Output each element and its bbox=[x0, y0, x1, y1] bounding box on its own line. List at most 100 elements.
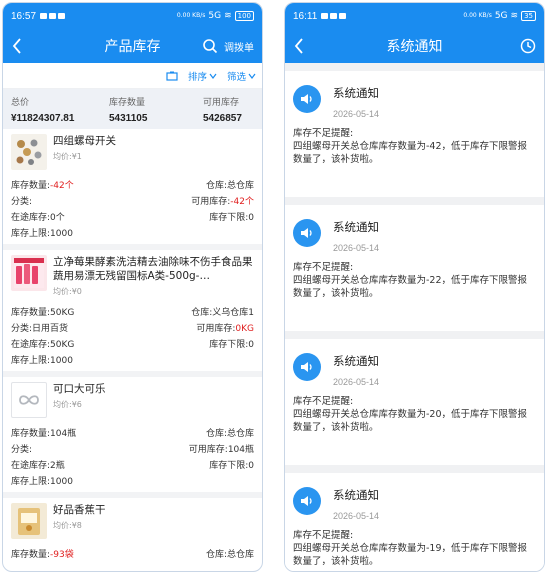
stock-lower-limit: 库存下限:0 bbox=[209, 339, 254, 350]
notification-title: 系统通知 bbox=[333, 220, 379, 234]
notification-body: 库存不足提醒: 四组螺母开关总仓库库存数量为-19，低于库存下限警报数量了，该补… bbox=[293, 530, 528, 567]
nav-bar: 系统通知 bbox=[285, 29, 544, 63]
notification-card[interactable]: 系统通知 2026-05-14 库存不足提醒: 四组螺母开关总仓库库存数量为-4… bbox=[285, 71, 544, 197]
network-type: 5G bbox=[494, 11, 508, 21]
toolbar: 排序 筛选 bbox=[3, 63, 262, 89]
stock-lower-limit: 库存下限:0 bbox=[209, 212, 254, 223]
category: 分类: bbox=[11, 196, 33, 207]
chevron-down-icon bbox=[209, 73, 217, 79]
page-title: 系统通知 bbox=[386, 39, 443, 55]
in-transit: 在途库存:50KG bbox=[11, 339, 75, 350]
net-speed: 0.00 KB/s bbox=[463, 12, 492, 19]
status-right: 0.00 KB/s 5G ≋ 35 bbox=[463, 11, 536, 21]
product-avg-price: 均价:¥1 bbox=[53, 152, 82, 161]
speaker-icon bbox=[293, 219, 321, 247]
filter-button[interactable]: 筛选 bbox=[227, 69, 256, 83]
product-name: 立净莓果酵素洗洁精去油除味不伤手食品果蔬用易漂无残留国标A类-500g-… bbox=[53, 256, 253, 282]
battery-level: 35 bbox=[521, 11, 536, 21]
warehouse: 仓库:总仓库 bbox=[205, 180, 254, 191]
history-button[interactable] bbox=[520, 38, 536, 54]
stock-lower-limit: 库存下限:0 bbox=[209, 460, 254, 471]
product-avg-price: 均价:¥6 bbox=[53, 400, 82, 409]
available-value: 0KG bbox=[235, 323, 254, 334]
available-label: 可用库存: bbox=[191, 196, 231, 207]
nav-bar: 产品库存 调拨单 bbox=[3, 29, 262, 63]
notification-date: 2026-05-14 bbox=[333, 109, 380, 119]
speaker-icon bbox=[293, 487, 321, 515]
notification-card[interactable]: 系统通知 2026-05-14 库存不足提醒: 四组螺母开关总仓库库存数量为-1… bbox=[285, 473, 544, 571]
chevron-left-icon bbox=[294, 38, 303, 54]
status-right: 0.00 KB/s 5G ≋ 100 bbox=[177, 11, 254, 21]
notification-screen: 16:11 0.00 KB/s 5G ≋ 35 系统通知 系统通知 2026-0… bbox=[284, 2, 545, 572]
in-transit: 在途库存:0个 bbox=[11, 212, 65, 223]
product-thumbnail bbox=[11, 255, 47, 291]
transfer-order-button[interactable]: 调拨单 bbox=[224, 39, 254, 54]
notification-card[interactable]: 系统通知 2026-05-14 库存不足提醒: 四组螺母开关总仓库库存数量为-2… bbox=[285, 339, 544, 465]
stock-upper-limit: 库存上限:1000 bbox=[11, 476, 73, 487]
speaker-icon bbox=[293, 353, 321, 381]
category: 分类:日用百货 bbox=[11, 323, 69, 334]
product-thumbnail bbox=[11, 134, 47, 170]
back-button[interactable] bbox=[3, 29, 31, 63]
summary-bar: 总价 ¥11824307.81 库存数量 5431105 可用库存 542685… bbox=[3, 89, 262, 129]
product-item[interactable]: 好品香蕉干 均价:¥8 库存数量:-93袋 仓库:总仓库 bbox=[3, 498, 262, 565]
stock-qty-label: 库存数量: bbox=[11, 180, 51, 191]
scan-button[interactable] bbox=[166, 71, 178, 81]
product-item[interactable]: 四组螺母开关 均价:¥1 库存数量:-42个 仓库:总仓库 分类: 可用库存:-42… bbox=[3, 129, 262, 250]
stock-qty: 库存数量:50KG bbox=[11, 307, 75, 318]
stock-qty-label: 库存数量: bbox=[11, 549, 51, 560]
speaker-icon bbox=[293, 85, 321, 113]
notification-date: 2026-05-14 bbox=[333, 377, 380, 387]
available-stock: 可用库存 5426857 bbox=[203, 98, 242, 124]
warehouse: 仓库:义乌仓库1 bbox=[191, 307, 254, 318]
chevron-left-icon bbox=[12, 38, 21, 54]
notification-icons bbox=[321, 13, 347, 19]
notification-date: 2026-05-14 bbox=[333, 243, 380, 253]
sort-label: 排序 bbox=[187, 71, 207, 83]
notification-date: 2026-05-14 bbox=[333, 511, 380, 521]
available-label: 可用库存: bbox=[196, 323, 236, 334]
net-speed: 0.00 KB/s bbox=[176, 12, 206, 19]
product-item[interactable]: 可口大可乐 均价:¥6 库存数量:104瓶 仓库:总仓库 分类: 可用库存:104瓶… bbox=[3, 377, 262, 498]
filter-label: 筛选 bbox=[226, 71, 246, 83]
product-avg-price: 均价:¥0 bbox=[53, 287, 82, 296]
clock-icon bbox=[520, 38, 536, 54]
battery-level: 100 bbox=[234, 11, 254, 21]
status-time: 16:11 bbox=[293, 10, 318, 22]
product-avg-price: 均价:¥8 bbox=[53, 521, 82, 530]
stock-qty-value: -93袋 bbox=[50, 549, 74, 560]
wifi-icon: ≋ bbox=[510, 11, 519, 21]
stock-upper-limit: 库存上限:1000 bbox=[11, 355, 73, 366]
status-bar: 16:57 0.00 KB/s 5G ≋ 100 bbox=[3, 3, 262, 29]
search-icon bbox=[203, 39, 218, 54]
notification-title: 系统通知 bbox=[333, 354, 379, 368]
product-item[interactable]: 立净莓果酵素洗洁精去油除味不伤手食品果蔬用易漂无残留国标A类-500g-… 均价… bbox=[3, 250, 262, 377]
inventory-screen: 16:57 0.00 KB/s 5G ≋ 100 产品库存 调拨单 排序 筛选 … bbox=[2, 2, 263, 572]
warehouse: 仓库:总仓库 bbox=[205, 549, 254, 560]
product-name: 四组螺母开关 bbox=[53, 135, 116, 147]
product-name: 好品香蕉干 bbox=[53, 504, 106, 516]
inventory-content: 排序 筛选 总价 ¥11824307.81 库存数量 5431105 可用库存 … bbox=[3, 63, 262, 571]
total-price: 总价 ¥11824307.81 bbox=[11, 98, 75, 124]
notification-body: 库存不足提醒: 四组螺母开关总仓库库存数量为-42，低于库存下限警报数量了，该补… bbox=[293, 128, 528, 165]
search-button[interactable] bbox=[202, 38, 218, 54]
total-stock: 库存数量 5431105 bbox=[109, 98, 148, 124]
back-button[interactable] bbox=[285, 29, 313, 63]
notification-body: 库存不足提醒: 四组螺母开关总仓库库存数量为-22，低于库存下限警报数量了，该补… bbox=[293, 262, 528, 299]
notification-card[interactable]: 系统通知 2026-05-14 库存不足提醒: 四组螺母开关总仓库库存数量为-2… bbox=[285, 205, 544, 331]
network-type: 5G bbox=[208, 11, 222, 21]
notification-body: 库存不足提醒: 四组螺母开关总仓库库存数量为-20，低于库存下限警报数量了，该补… bbox=[293, 396, 528, 433]
warehouse: 仓库:总仓库 bbox=[205, 428, 254, 439]
product-thumbnail bbox=[11, 382, 47, 418]
screws-image-icon bbox=[16, 139, 42, 165]
status-time: 16:57 bbox=[11, 10, 37, 22]
notification-icons bbox=[40, 13, 66, 19]
notification-list: 系统通知 2026-05-14 库存不足提醒: 四组螺母开关总仓库库存数量为-4… bbox=[285, 63, 544, 571]
scan-icon bbox=[166, 71, 178, 81]
product-name: 可口大可乐 bbox=[53, 383, 106, 395]
chevron-down-icon bbox=[248, 73, 256, 79]
in-transit: 在途库存:2瓶 bbox=[11, 460, 65, 471]
sort-button[interactable]: 排序 bbox=[188, 69, 217, 83]
category: 分类: bbox=[11, 444, 33, 455]
available-stock: 可用库存:104瓶 bbox=[188, 444, 254, 455]
